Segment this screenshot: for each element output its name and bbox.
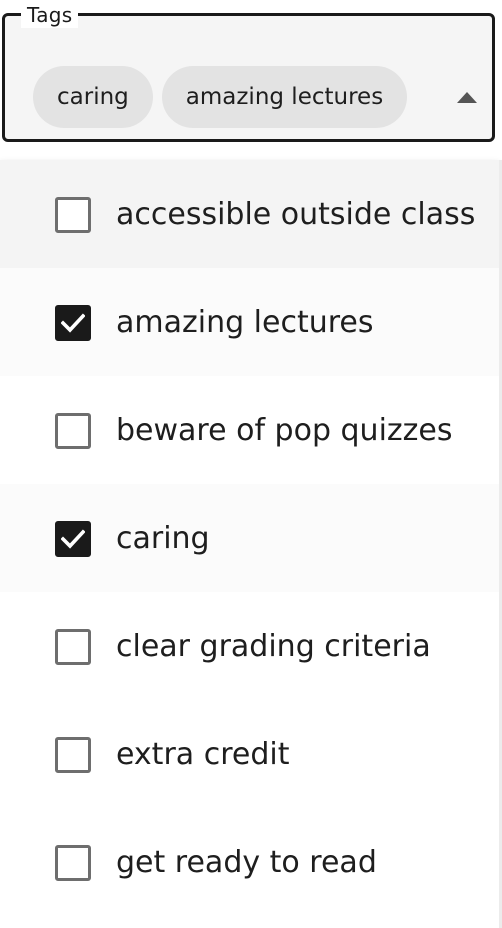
option-get-ready-to-read[interactable]: get ready to read <box>0 808 499 916</box>
option-label: get ready to read <box>116 844 377 880</box>
checkbox-checked[interactable] <box>55 521 91 557</box>
dropdown-toggle-button[interactable] <box>449 82 485 112</box>
option-label: caring <box>116 520 210 556</box>
checkbox[interactable] <box>55 845 91 881</box>
chip-caring[interactable]: caring <box>33 66 153 128</box>
option-accessible-outside-class[interactable]: accessible outside class <box>0 160 499 268</box>
field-label: Tags <box>21 2 79 28</box>
checkmark-icon <box>61 313 85 333</box>
option-caring[interactable]: caring <box>0 484 499 592</box>
option-label: amazing lectures <box>116 304 374 340</box>
caret-up-icon <box>457 91 477 103</box>
checkbox[interactable] <box>55 737 91 773</box>
option-label: accessible outside class <box>116 196 476 232</box>
option-label: clear grading criteria <box>116 628 431 664</box>
option-label: beware of pop quizzes <box>116 412 453 448</box>
option-extra-credit[interactable]: extra credit <box>0 700 499 808</box>
chip-amazing-lectures[interactable]: amazing lectures <box>161 66 408 128</box>
checkbox-checked[interactable] <box>55 305 91 341</box>
option-label: extra credit <box>116 736 290 772</box>
option-amazing-lectures[interactable]: amazing lectures <box>0 268 499 376</box>
selected-chips: caring amazing lectures <box>33 66 408 128</box>
tags-field[interactable]: caring amazing lectures <box>2 13 495 142</box>
options-menu: accessible outside class amazing lecture… <box>0 160 499 928</box>
option-beware-of-pop-quizzes[interactable]: beware of pop quizzes <box>0 376 499 484</box>
checkmark-icon <box>61 529 85 549</box>
checkbox[interactable] <box>55 629 91 665</box>
checkbox[interactable] <box>55 413 91 449</box>
checkbox[interactable] <box>55 197 91 233</box>
option-clear-grading-criteria[interactable]: clear grading criteria <box>0 592 499 700</box>
tags-multiselect: caring amazing lectures Tags accessible … <box>0 0 502 928</box>
